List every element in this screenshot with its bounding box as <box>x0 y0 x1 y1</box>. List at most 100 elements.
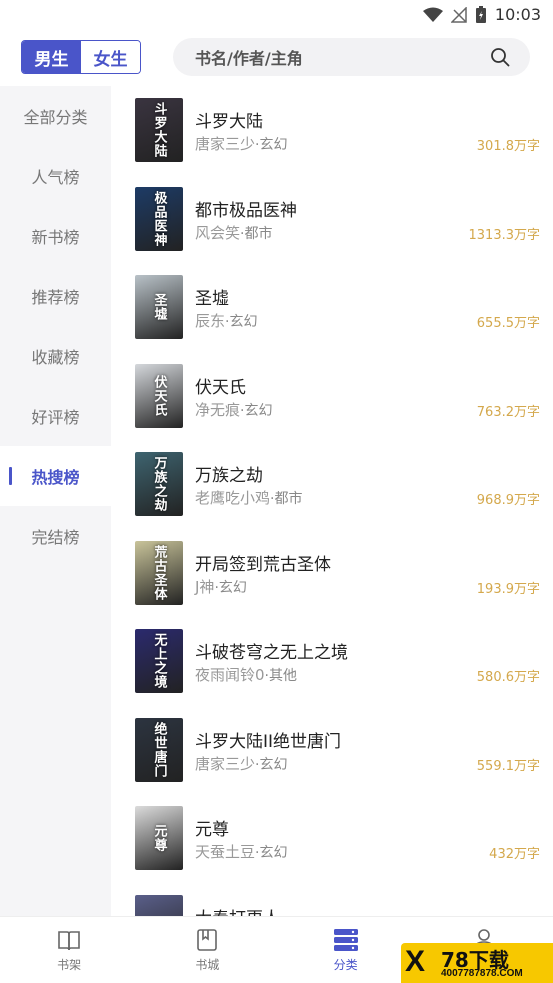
book-title[interactable]: 都市极品医神 <box>195 196 297 221</box>
battery-icon <box>475 5 486 23</box>
cover-title: 无上之境 <box>151 633 167 689</box>
book-word-count: 301.8万字 <box>476 139 540 154</box>
sidebar-item-recommend[interactable]: 推荐榜 <box>0 266 111 326</box>
wifi-icon <box>422 7 443 22</box>
book-meta: 净无痕·玄幻 <box>195 400 273 419</box>
book-item[interactable]: 无上之境 斗破苍穹之无上之境 夜雨闻铃0·其他 580.6万字 <box>111 617 553 706</box>
book-cover[interactable]: 伏天氏 <box>135 363 183 428</box>
watermark-logo: X 78下载 4007787878.COM <box>401 943 553 983</box>
book-title[interactable]: 伏天氏 <box>195 373 246 398</box>
book-item[interactable]: 绝世唐门 斗罗大陆II绝世唐门 唐家三少·玄幻 559.1万字 <box>111 706 553 795</box>
cover-title: 绝世唐门 <box>151 721 167 778</box>
book-cover[interactable]: 极品医神 <box>135 186 183 251</box>
book-item[interactable]: 万族之劫 万族之劫 老鹰吃小鸡·都市 968.9万字 <box>111 440 553 529</box>
search-icon[interactable] <box>490 47 510 67</box>
header: 男生 女生 书名/作者/主角 <box>0 36 553 80</box>
book-word-count: 559.1万字 <box>476 758 540 774</box>
category-icon <box>333 929 358 951</box>
cover-title: 斗罗大陆 <box>151 102 167 158</box>
book-meta: J神·玄幻 <box>195 577 247 596</box>
watermark-url: 4007787878.COM <box>441 968 523 979</box>
book-category: 玄幻 <box>218 579 247 596</box>
book-cover[interactable]: 万族之劫 <box>135 452 183 516</box>
book-title[interactable]: 斗罗大陆II绝世唐门 <box>195 727 341 752</box>
book-author: 风会笑 <box>195 223 241 242</box>
book-title[interactable]: 万族之劫 <box>195 461 263 486</box>
sidebar-item-completed[interactable]: 完结榜 <box>0 506 111 566</box>
book-category: 都市 <box>274 491 303 507</box>
book-meta: 风会笑·都市 <box>195 223 273 242</box>
book-title[interactable]: 斗破苍穹之无上之境 <box>195 638 348 663</box>
book-title[interactable]: 大奉打更人 <box>195 904 280 917</box>
book-title[interactable]: 圣墟 <box>195 284 229 309</box>
book-item[interactable]: 伏天氏 伏天氏 净无痕·玄幻 763.2万字 <box>111 352 553 441</box>
book-list: 斗罗大陆 斗罗大陆 唐家三少·玄幻 301.8万字 极品医神 都市极品医神 风会… <box>111 86 553 916</box>
book-cover[interactable]: 元尊 <box>135 806 183 870</box>
cover-title: 圣墟 <box>151 293 167 321</box>
bookshelf-icon <box>58 931 80 951</box>
book-category: 玄幻 <box>259 756 288 773</box>
book-meta: 辰东·玄幻 <box>195 312 258 330</box>
book-title[interactable]: 斗罗大陆 <box>195 107 263 132</box>
book-author: 净无痕 <box>195 400 241 419</box>
book-category: 都市 <box>244 225 273 242</box>
status-icons: 10:03 <box>422 5 541 24</box>
book-meta: 老鹰吃小鸡·都市 <box>195 489 303 507</box>
sidebar-item-popular[interactable]: 人气榜 <box>0 146 111 206</box>
signal-off-icon <box>450 6 467 23</box>
book-author: 唐家三少 <box>195 754 256 773</box>
book-meta: 唐家三少·玄幻 <box>195 754 288 773</box>
book-item[interactable]: 大奉打更人 <box>111 883 553 917</box>
book-item[interactable]: 斗罗大陆 斗罗大陆 唐家三少·玄幻 301.8万字 <box>111 86 553 175</box>
nav-bookstore[interactable]: 书城 <box>138 917 276 983</box>
book-cover[interactable]: 圣墟 <box>135 275 183 339</box>
book-cover[interactable]: 荒古圣体 <box>135 540 183 605</box>
book-category: 玄幻 <box>244 402 273 419</box>
sidebar-item-rated[interactable]: 好评榜 <box>0 386 111 446</box>
book-item[interactable]: 荒古圣体 开局签到荒古圣体 J神·玄幻 193.9万字 <box>111 529 553 618</box>
tab-female[interactable]: 女生 <box>81 41 140 73</box>
cover-title: 元尊 <box>151 824 167 852</box>
sidebar-item-favorites[interactable]: 收藏榜 <box>0 326 111 386</box>
nav-category[interactable]: 分类 <box>277 917 415 983</box>
book-word-count: 655.5万字 <box>476 316 540 331</box>
tab-male[interactable]: 男生 <box>22 41 81 73</box>
nav-label: 书架 <box>57 958 82 972</box>
cover-title: 伏天氏 <box>151 374 167 417</box>
book-author: 老鹰吃小鸡 <box>195 489 271 507</box>
book-category: 玄幻 <box>259 845 288 861</box>
book-category: 其他 <box>269 668 297 684</box>
sidebar-item-new[interactable]: 新书榜 <box>0 206 111 266</box>
book-word-count: 193.9万字 <box>476 581 540 597</box>
book-word-count: 968.9万字 <box>476 493 540 508</box>
sidebar-item-hot-search[interactable]: 热搜榜 <box>0 446 111 506</box>
book-cover[interactable]: 斗罗大陆 <box>135 98 183 162</box>
book-cover[interactable] <box>135 894 183 916</box>
sidebar-item-all[interactable]: 全部分类 <box>0 86 111 146</box>
book-cover[interactable]: 无上之境 <box>135 629 183 693</box>
cover-title: 荒古圣体 <box>151 544 167 601</box>
book-meta: 天蚕土豆·玄幻 <box>195 843 288 861</box>
book-author: J神 <box>195 577 215 596</box>
book-meta: 唐家三少·玄幻 <box>195 135 288 153</box>
book-item[interactable]: 圣墟 圣墟 辰东·玄幻 655.5万字 <box>111 263 553 352</box>
book-word-count: 1313.3万字 <box>468 227 541 243</box>
watermark-x: X <box>405 945 426 978</box>
book-category: 玄幻 <box>229 314 258 330</box>
book-word-count: 763.2万字 <box>476 404 540 420</box>
cover-title: 万族之劫 <box>151 456 167 512</box>
book-title[interactable]: 开局签到荒古圣体 <box>195 550 331 575</box>
gender-toggle: 男生 女生 <box>21 40 141 74</box>
category-sidebar: 全部分类 人气榜 新书榜 推荐榜 收藏榜 好评榜 热搜榜 完结榜 <box>0 86 111 916</box>
book-author: 天蚕土豆 <box>195 843 256 861</box>
search-placeholder: 书名/作者/主角 <box>195 49 303 68</box>
search-input[interactable]: 书名/作者/主角 <box>173 38 530 76</box>
book-item[interactable]: 极品医神 都市极品医神 风会笑·都市 1313.3万字 <box>111 175 553 264</box>
nav-bookshelf[interactable]: 书架 <box>0 917 138 983</box>
book-title[interactable]: 元尊 <box>195 815 229 840</box>
cover-title: 极品医神 <box>151 190 167 247</box>
book-item[interactable]: 元尊 元尊 天蚕土豆·玄幻 432万字 <box>111 794 553 883</box>
book-cover[interactable]: 绝世唐门 <box>135 717 183 782</box>
book-meta: 夜雨闻铃0·其他 <box>195 666 297 684</box>
status-time: 10:03 <box>494 5 541 24</box>
